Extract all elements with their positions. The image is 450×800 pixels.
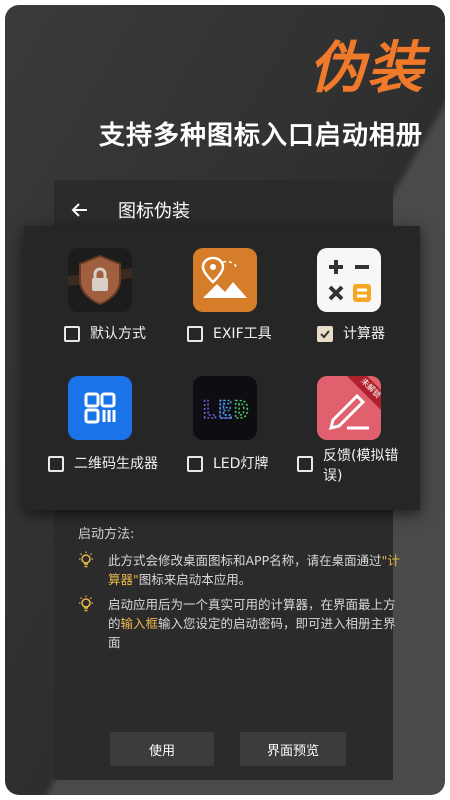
checkbox-checked[interactable] [317,326,333,342]
tip-text: 启动应用后为一个真实可用的计算器，在界面最上方的输入框输入您设定的启动密码，即可… [108,597,396,650]
checkbox[interactable] [187,456,203,472]
tip-text: 此方式会修改桌面图标和APP名称，请在桌面通过"计算器"图标来启动本应用。 [108,553,400,587]
promo-subtitle: 支持多种图标入口启动相册 [98,121,423,151]
promo-title: 伪装 [309,36,425,101]
feedback-pencil-icon[interactable]: 未解锁 [317,376,381,440]
option-label: 二维码生成器 [74,456,158,472]
option-exif[interactable]: EXIF工具 [187,324,272,344]
checkbox[interactable] [297,456,313,472]
checkbox[interactable] [64,326,80,342]
tip-item: 启动应用后为一个真实可用的计算器，在界面最上方的输入框输入您设定的启动密码，即可… [78,595,400,652]
checkbox[interactable] [48,456,64,472]
calculator-icon[interactable] [317,248,381,312]
led-board-icon[interactable]: L L E D [193,376,257,440]
use-button[interactable]: 使用 [110,732,214,766]
map-pin-image-icon[interactable] [193,248,257,312]
lightbulb-icon [79,595,93,612]
back-arrow-icon[interactable] [70,200,90,220]
svg-text:L: L [202,396,216,424]
shield-lock-icon[interactable] [68,248,132,312]
option-label: 反馈(模拟错误) [323,448,399,484]
option-feedback[interactable]: 反馈(模拟错误) [297,446,415,486]
svg-text:E: E [218,396,232,424]
page-title: 图标伪装 [118,201,190,222]
option-default[interactable]: 默认方式 [64,324,146,344]
preview-button[interactable]: 界面预览 [240,732,346,766]
option-label: 默认方式 [90,326,146,342]
checkbox[interactable] [187,326,203,342]
svg-text:D: D [234,396,248,424]
check-icon [320,330,330,339]
icon-disguise-dialog: 默认方式 EXIF工具 计算器 二维码生成器 L L E D LED灯牌 未解锁… [24,226,420,510]
instructions-title: 启动方法: [78,527,135,542]
launch-instructions: 启动方法: 此方式会修改桌面图标和APP名称，请在桌面通过"计算器"图标来启动本… [78,523,400,650]
option-label: 计算器 [343,326,385,342]
option-led[interactable]: LED灯牌 [187,454,268,474]
tip-item: 此方式会修改桌面图标和APP名称，请在桌面通过"计算器"图标来启动本应用。 [78,551,400,589]
qr-code-icon[interactable] [68,376,132,440]
option-qr-generator[interactable]: 二维码生成器 [48,454,158,474]
option-label: LED灯牌 [213,456,269,472]
lightbulb-icon [79,551,93,568]
highlight-text: 输入框 [120,616,159,631]
option-calculator[interactable]: 计算器 [317,324,385,344]
option-label: EXIF工具 [213,326,272,342]
